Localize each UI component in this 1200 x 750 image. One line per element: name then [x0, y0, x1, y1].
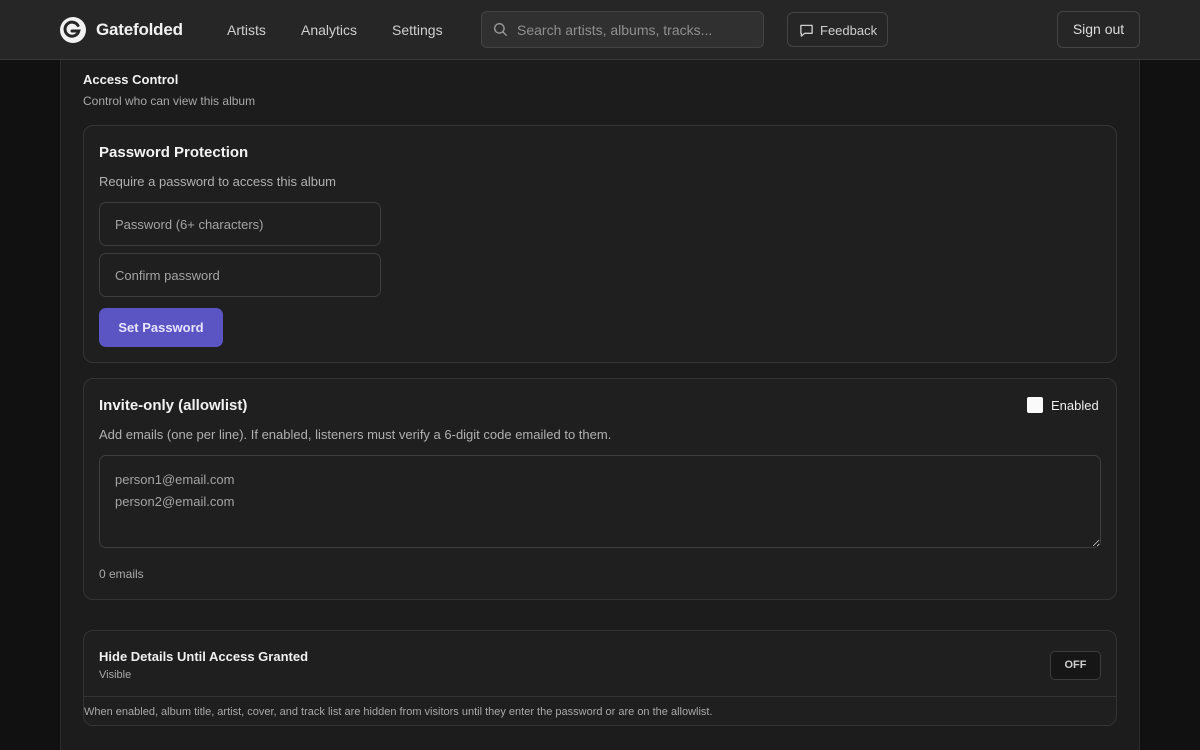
nav-artists[interactable]: Artists [227, 22, 266, 38]
nav-settings[interactable]: Settings [392, 22, 443, 38]
password-card-title: Password Protection [99, 144, 249, 161]
hide-details-toggle[interactable]: OFF [1050, 651, 1101, 680]
divider [84, 696, 1116, 697]
hide-details-status: Visible [99, 669, 132, 681]
hide-details-title: Hide Details Until Access Granted [99, 649, 309, 664]
invite-card-description: Add emails (one per line). If enabled, l… [99, 427, 612, 442]
password-field[interactable] [99, 202, 381, 246]
feedback-label: Feedback [820, 23, 878, 38]
message-icon [799, 23, 814, 41]
search-box [481, 11, 764, 48]
invite-card-title: Invite-only (allowlist) [99, 397, 248, 414]
set-password-button[interactable]: Set Password [99, 308, 223, 347]
hide-details-note: When enabled, album title, artist, cover… [84, 706, 713, 718]
feedback-button[interactable]: Feedback [787, 12, 888, 47]
section-subtitle: Control who can view this album [83, 94, 256, 108]
enabled-checkbox-label[interactable]: Enabled [1051, 398, 1099, 413]
confirm-password-field[interactable] [99, 253, 381, 297]
password-card-description: Require a password to access this album [99, 174, 337, 189]
search-icon [493, 22, 508, 42]
top-nav: Gatefolded Artists Analytics Settings Fe… [0, 0, 1200, 60]
nav-analytics[interactable]: Analytics [301, 22, 357, 38]
email-count: 0 emails [99, 567, 144, 581]
enabled-checkbox[interactable] [1027, 397, 1043, 413]
section-title: Access Control [83, 72, 179, 87]
allowlist-emails-textarea[interactable] [99, 455, 1101, 548]
sign-out-button[interactable]: Sign out [1057, 11, 1140, 48]
gatefolded-logo-icon[interactable] [60, 17, 86, 43]
brand-name[interactable]: Gatefolded [96, 20, 183, 40]
search-input[interactable] [517, 12, 757, 47]
